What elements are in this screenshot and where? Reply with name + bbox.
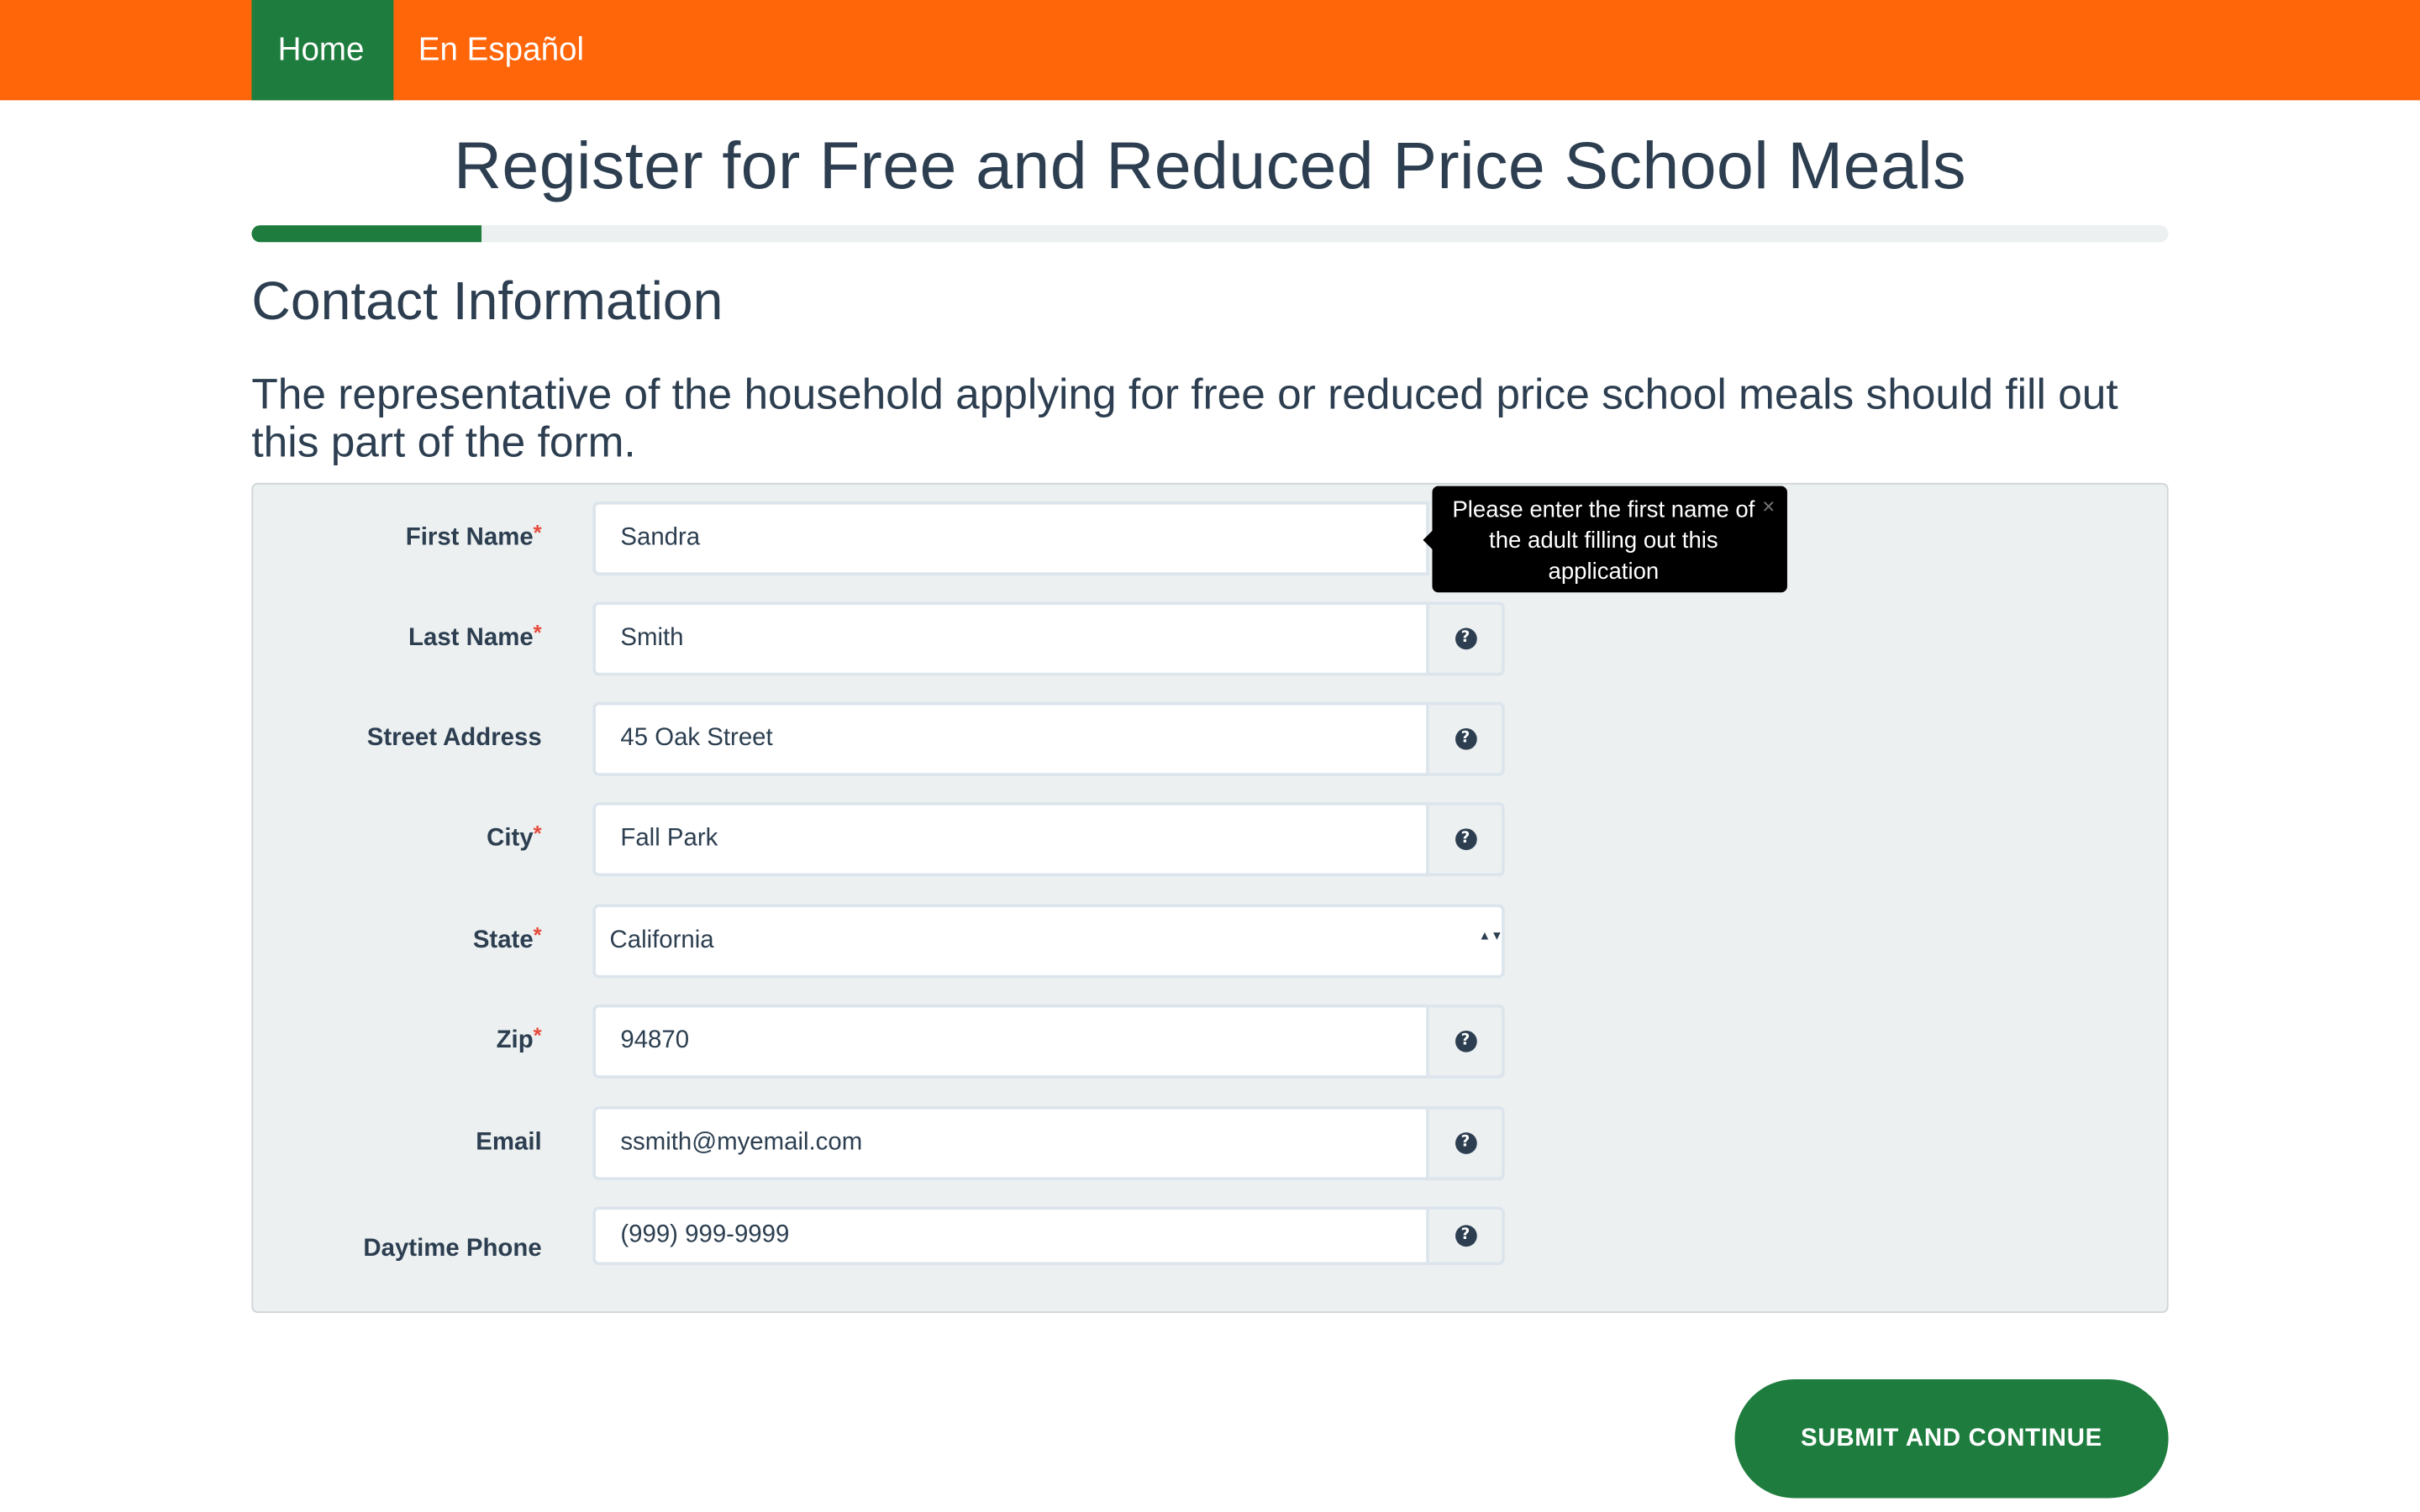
city-help-button[interactable]: ?: [1428, 802, 1505, 877]
street-address-label: Street Address: [366, 725, 542, 752]
street-address-help-button[interactable]: ?: [1428, 701, 1505, 776]
required-marker: *: [533, 519, 542, 545]
page-title: Register for Free and Reduced Price Scho…: [454, 129, 1966, 204]
tooltip-arrow: [1423, 530, 1433, 549]
nav-home-link[interactable]: Home: [251, 0, 394, 101]
phone-help-button[interactable]: ?: [1428, 1206, 1505, 1266]
question-circle-icon: ?: [1455, 727, 1476, 750]
city-input[interactable]: [592, 802, 1429, 877]
first-name-input[interactable]: [592, 501, 1429, 576]
question-circle-icon: ?: [1455, 1225, 1476, 1247]
street-address-row: Street Address ?: [253, 701, 2167, 776]
phone-input[interactable]: [592, 1206, 1429, 1266]
email-input[interactable]: [592, 1105, 1429, 1181]
required-marker: *: [533, 922, 542, 948]
state-select[interactable]: California ▲▼: [592, 904, 1505, 979]
first-name-row: First Name*: [253, 501, 2167, 576]
section-lead-text: The representative of the household appl…: [251, 370, 2118, 466]
required-marker: *: [533, 821, 542, 846]
first-name-label: First Name*: [405, 519, 542, 551]
submit-and-continue-button[interactable]: SUBMIT AND CONTINUE: [1734, 1379, 2169, 1499]
first-name-tooltip: Please enter the first name of the adult…: [1423, 486, 1787, 593]
last-name-row: Last Name* ?: [253, 601, 2167, 676]
tooltip-text: Please enter the first name of the adult…: [1452, 496, 1755, 585]
section-title: Contact Information: [251, 271, 723, 332]
progress-bar: [251, 225, 2169, 243]
zip-input[interactable]: [592, 1004, 1429, 1079]
select-arrows-icon: ▲▼: [1478, 928, 1503, 943]
top-navbar: Home En Español: [0, 0, 2420, 101]
zip-row: Zip* ?: [253, 1004, 2167, 1079]
progress-bar-fill: [251, 225, 482, 243]
last-name-help-button[interactable]: ?: [1428, 601, 1505, 676]
zip-help-button[interactable]: ?: [1428, 1004, 1505, 1079]
last-name-input[interactable]: [592, 601, 1429, 676]
question-circle-icon: ?: [1455, 627, 1476, 650]
state-label: State*: [472, 922, 542, 954]
phone-label: Daytime Phone: [363, 1236, 542, 1263]
nav-spanish-link[interactable]: En Español: [392, 0, 611, 100]
close-icon[interactable]: ×: [1762, 496, 1775, 517]
zip-label: Zip*: [496, 1022, 542, 1054]
phone-row: Daytime Phone ?: [253, 1206, 2167, 1280]
street-address-input[interactable]: [592, 701, 1429, 776]
email-label: Email: [476, 1129, 542, 1156]
last-name-label: Last Name*: [408, 620, 542, 652]
state-select-value: California: [609, 927, 714, 954]
question-circle-icon: ?: [1455, 828, 1476, 851]
required-marker: *: [533, 620, 542, 645]
required-marker: *: [533, 1022, 542, 1048]
email-help-button[interactable]: ?: [1428, 1105, 1505, 1181]
page-root: Home En Español Register for Free and Re…: [0, 0, 2420, 1512]
contact-form-panel: First Name* Last Name* ? Street Address …: [251, 482, 2169, 1314]
question-circle-icon: ?: [1455, 1030, 1476, 1053]
email-row: Email ?: [253, 1105, 2167, 1181]
state-row: State* California ▲▼: [253, 904, 2167, 979]
question-circle-icon: ?: [1455, 1132, 1476, 1154]
city-row: City* ?: [253, 802, 2167, 877]
city-label: City*: [487, 821, 542, 852]
